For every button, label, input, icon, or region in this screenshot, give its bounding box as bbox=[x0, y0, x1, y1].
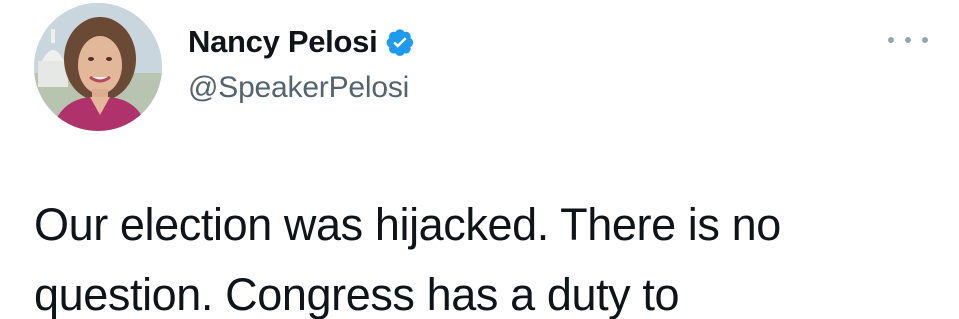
tweet-card: Nancy Pelosi @SpeakerPelosi Our election… bbox=[0, 0, 959, 319]
author-handle[interactable]: @SpeakerPelosi bbox=[188, 68, 409, 108]
verified-badge-icon bbox=[385, 27, 415, 57]
more-dot bbox=[905, 37, 911, 43]
tweet-text: Our election was hijacked. There is no q… bbox=[34, 199, 781, 319]
avatar[interactable] bbox=[34, 3, 162, 131]
author-name-row[interactable]: Nancy Pelosi bbox=[188, 22, 415, 62]
avatar-image bbox=[34, 3, 162, 131]
more-options-icon[interactable] bbox=[888, 28, 928, 52]
author-display-name[interactable]: Nancy Pelosi bbox=[188, 22, 378, 62]
more-dot bbox=[888, 37, 894, 43]
more-dot bbox=[922, 37, 928, 43]
